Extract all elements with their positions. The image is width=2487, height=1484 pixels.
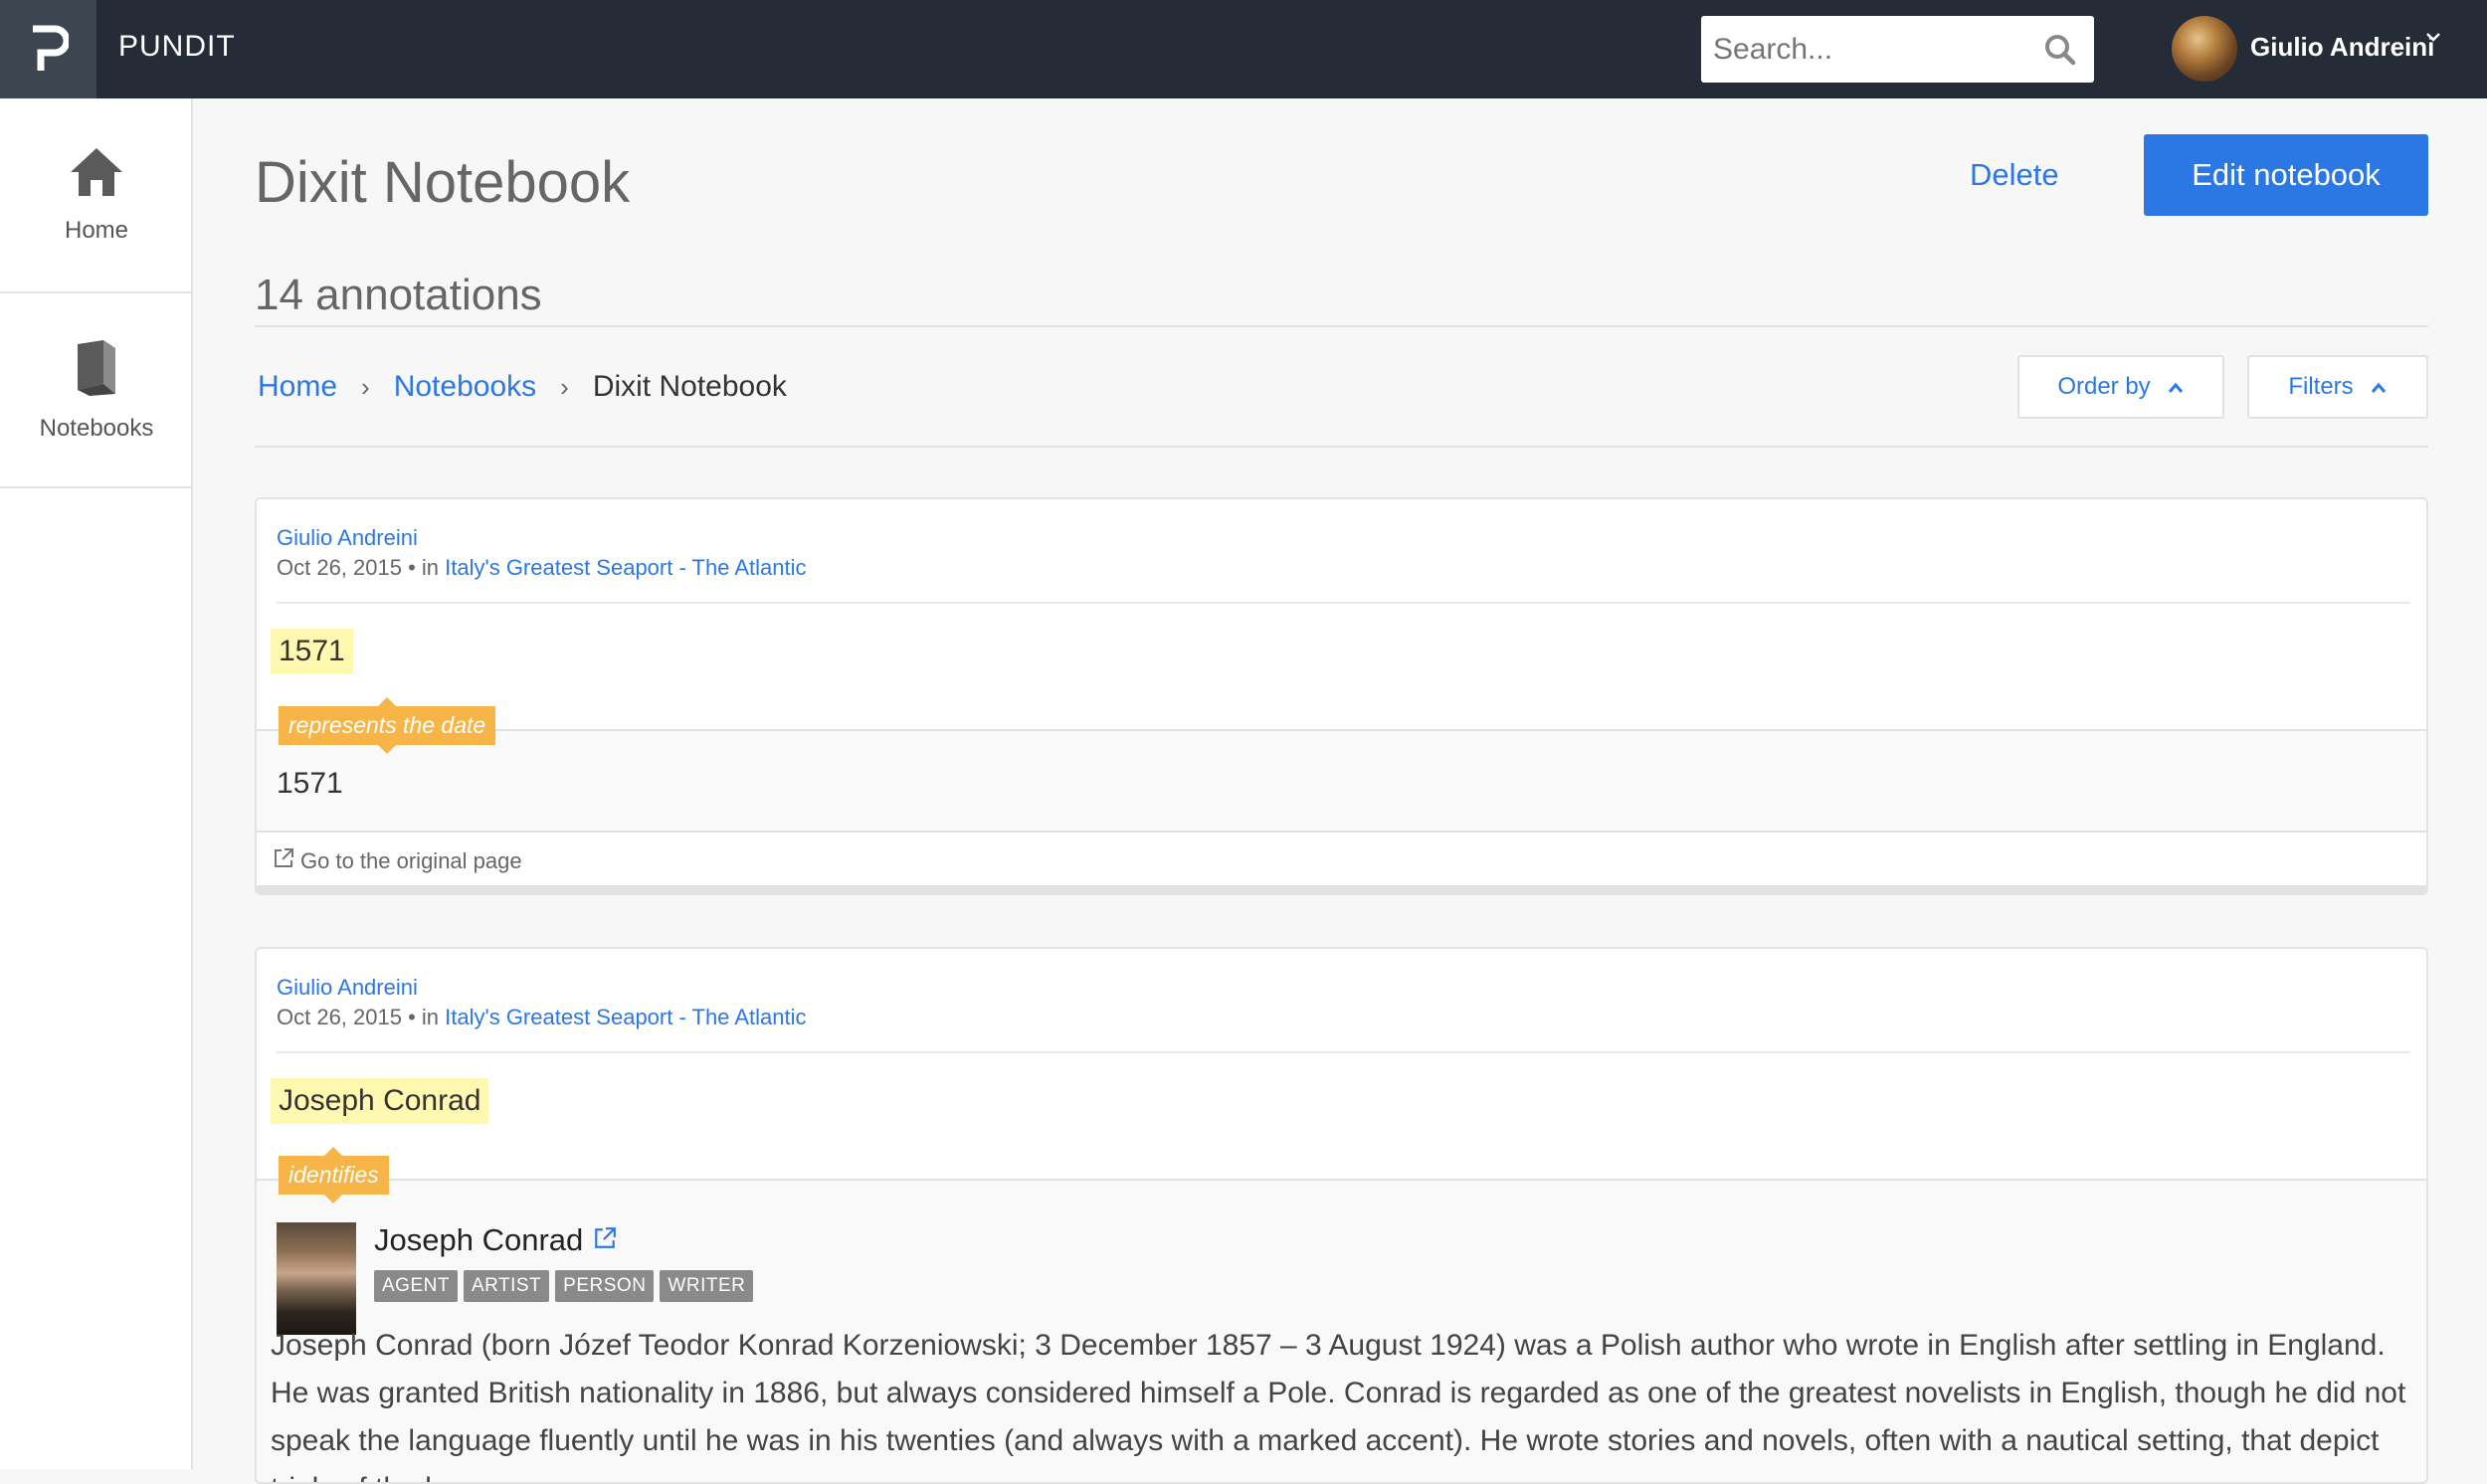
search-box[interactable] — [1701, 16, 2094, 83]
annotation-author[interactable]: Giulio Andreini — [277, 525, 418, 551]
breadcrumb-notebooks[interactable]: Notebooks — [394, 370, 536, 404]
edit-notebook-button[interactable]: Edit notebook — [2144, 134, 2428, 216]
sidebar-item-label: Home — [64, 216, 129, 244]
annotation-card: Giulio Andreini Oct 26, 2015 • in Italy'… — [255, 497, 2428, 895]
annotation-predicate: identifies — [279, 1147, 389, 1204]
annotation-subject: Joseph Conrad — [271, 1078, 489, 1124]
card-footer-strip — [257, 885, 2426, 893]
entity-tags: AGENT ARTIST PERSON WRITER — [374, 1270, 754, 1302]
external-link-icon[interactable] — [593, 1222, 617, 1258]
divider — [277, 602, 2410, 604]
divider — [255, 446, 2428, 448]
annotation-count: 14 annotations — [255, 271, 542, 319]
entity-tag: PERSON — [555, 1270, 655, 1302]
annotation-date: Oct 26, 2015 — [277, 1005, 402, 1029]
breadcrumb-home[interactable]: Home — [258, 370, 337, 404]
notebook-icon — [74, 338, 119, 401]
annotation-date: Oct 26, 2015 — [277, 555, 402, 580]
entity-portrait — [277, 1222, 356, 1335]
annotation-in-label: • in — [401, 1005, 446, 1029]
annotation-source-link[interactable]: Italy's Greatest Seaport - The Atlantic — [445, 555, 806, 580]
page-title: Dixit Notebook — [255, 150, 631, 215]
chevron-right-icon: › — [361, 371, 370, 402]
user-name[interactable]: Giulio Andreini — [2250, 32, 2434, 63]
entity-tag: WRITER — [660, 1270, 754, 1302]
app-brand: PUNDIT — [118, 30, 236, 63]
order-by-button[interactable]: Order by — [2017, 355, 2224, 419]
order-by-label: Order by — [2057, 373, 2151, 400]
chevron-right-icon: › — [560, 371, 569, 402]
annotation-object: 1571 — [277, 767, 343, 800]
avatar[interactable] — [2172, 16, 2237, 82]
annotation-author[interactable]: Giulio Andreini — [277, 975, 418, 1001]
go-to-original-label: Go to the original page — [300, 848, 522, 873]
annotation-in-label: • in — [401, 555, 446, 580]
annotation-object-zone: 1571 — [257, 729, 2426, 831]
chevron-up-icon — [2167, 373, 2185, 401]
breadcrumb-current: Dixit Notebook — [592, 370, 787, 403]
external-link-icon — [273, 847, 294, 875]
annotation-meta: Oct 26, 2015 • in Italy's Greatest Seapo… — [277, 555, 806, 581]
filters-label: Filters — [2288, 373, 2354, 400]
annotation-subject: 1571 — [271, 629, 353, 674]
chevron-up-icon — [2370, 373, 2388, 401]
annotation-meta: Oct 26, 2015 • in Italy's Greatest Seapo… — [277, 1005, 806, 1030]
top-bar: PUNDIT Giulio Andreini — [0, 0, 2487, 98]
entity-description: Joseph Conrad (born Józef Teodor Konrad … — [271, 1329, 2406, 1482]
chevron-down-icon[interactable] — [2424, 30, 2442, 49]
go-to-original-link[interactable]: Go to the original page — [273, 847, 522, 875]
sidebar: Home Notebooks — [0, 98, 193, 1469]
annotation-card: Giulio Andreini Oct 26, 2015 • in Italy'… — [255, 947, 2428, 1484]
divider — [257, 831, 2426, 833]
entity-tag: ARTIST — [463, 1270, 550, 1302]
filters-button[interactable]: Filters — [2247, 355, 2428, 419]
entity-tag: AGENT — [374, 1270, 458, 1302]
annotation-predicate: represents the date — [279, 697, 496, 754]
entity-name: Joseph Conrad — [374, 1222, 584, 1257]
sidebar-item-label: Notebooks — [39, 414, 154, 442]
search-icon[interactable] — [2044, 34, 2076, 71]
search-input[interactable] — [1701, 16, 2019, 83]
entity-title: Joseph Conrad — [374, 1222, 617, 1258]
delete-button[interactable]: Delete — [1970, 157, 2059, 193]
divider — [255, 325, 2428, 327]
sidebar-item-home[interactable]: Home — [0, 98, 193, 293]
divider — [277, 1051, 2410, 1053]
home-icon — [69, 146, 124, 203]
pundit-logo[interactable] — [0, 0, 96, 98]
annotation-source-link[interactable]: Italy's Greatest Seaport - The Atlantic — [445, 1005, 806, 1029]
sidebar-item-notebooks[interactable]: Notebooks — [0, 293, 193, 488]
annotation-object-zone: Joseph Conrad AGENT ARTIST PERSON WRITER… — [257, 1179, 2426, 1482]
breadcrumb: Home › Notebooks › Dixit Notebook — [258, 370, 787, 404]
